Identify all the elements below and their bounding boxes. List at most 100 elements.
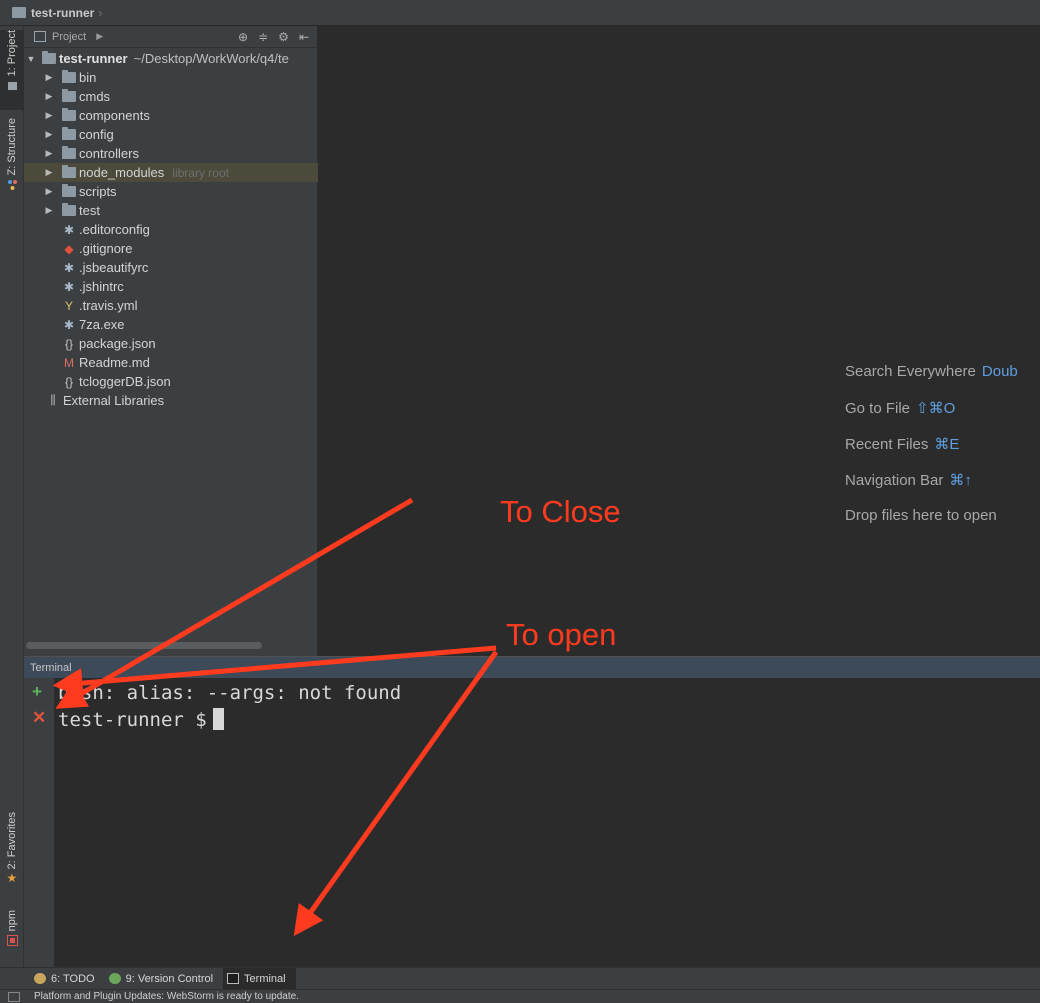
hint-navigation-bar: Navigation Bar ⌘↑ xyxy=(845,472,972,489)
tree-item-external-libraries[interactable]: ⫼ External Libraries xyxy=(24,391,318,410)
tab-terminal[interactable]: Terminal xyxy=(223,967,296,990)
collapsed-arrow-icon[interactable]: ▶ xyxy=(44,110,54,121)
terminal-toolbar: + ✕ xyxy=(24,678,54,967)
tab-favorites[interactable]: 2: Favorites ★ xyxy=(0,812,24,898)
folder-icon xyxy=(42,51,56,64)
tree-item-config[interactable]: ▶ config xyxy=(24,125,318,144)
project-icon xyxy=(7,82,17,91)
tree-item-bin[interactable]: ▶ bin xyxy=(24,68,318,87)
dropdown-arrow-icon[interactable]: ▶ xyxy=(96,31,103,42)
star-icon: ★ xyxy=(6,871,18,886)
collapsed-arrow-icon[interactable]: ▶ xyxy=(44,148,54,159)
tree-item-test[interactable]: ▶ test xyxy=(24,201,318,220)
terminal-prompt-line: test-runner $ xyxy=(58,708,224,731)
tree-item-label: bin xyxy=(79,70,97,85)
tree-item-cmds[interactable]: ▶ cmds xyxy=(24,87,318,106)
tab-structure[interactable]: Z: Structure xyxy=(0,118,24,198)
project-view-selector[interactable]: Project xyxy=(52,31,86,43)
project-toolbar: ⊕ ≑ ⚙ ⇤ xyxy=(238,30,317,44)
folder-icon xyxy=(62,203,76,216)
tree-item-node-modules[interactable]: ▶ node_modules library root xyxy=(24,163,318,182)
bottom-tool-bar: 6: TODO 9: Version Control Terminal xyxy=(0,967,1040,990)
tree-item-travis-yml[interactable]: Y .travis.yml xyxy=(24,296,318,315)
tree-item-package-json[interactable]: {} package.json xyxy=(24,334,318,353)
tree-root[interactable]: ▼ test-runner ~/Desktop/WorkWork/q4/te xyxy=(24,49,318,68)
collapsed-arrow-icon[interactable]: ▶ xyxy=(44,91,54,102)
folder-icon xyxy=(62,108,76,121)
terminal-icon xyxy=(227,973,240,984)
close-session-icon[interactable]: ✕ xyxy=(32,708,46,728)
project-view-icon xyxy=(34,31,46,42)
tree-item-jsbeautifyrc[interactable]: ✱ .jsbeautifyrc xyxy=(24,258,318,277)
root-path: ~/Desktop/WorkWork/q4/te xyxy=(133,51,289,66)
editor-empty-area[interactable]: Search Everywhere Doub Go to File ⇧⌘O Rece… xyxy=(319,26,1040,656)
tree-item-hint: library root xyxy=(172,165,229,180)
json-file-icon: {} xyxy=(64,336,73,351)
hide-panel-icon[interactable]: ⇤ xyxy=(299,30,309,44)
asterisk-file-icon: ✱ xyxy=(63,317,75,332)
hint-drop-files: Drop files here to open xyxy=(845,507,997,524)
collapse-all-icon[interactable]: ≑ xyxy=(258,30,268,44)
tab-project[interactable]: 1: Project xyxy=(0,30,24,110)
tree-item-label: package.json xyxy=(79,336,156,351)
git-file-icon: ◆ xyxy=(64,241,74,256)
tree-item-label: test xyxy=(79,203,100,218)
todo-icon xyxy=(34,973,46,984)
tab-todo[interactable]: 6: TODO xyxy=(30,968,105,990)
status-bar: Platform and Plugin Updates: WebStorm is… xyxy=(0,989,1040,1003)
hint-go-to-file: Go to File ⇧⌘O xyxy=(845,400,956,417)
left-tool-strip: 1: Project Z: Structure 2: Favorites ★ n… xyxy=(0,26,24,967)
expanded-arrow-icon[interactable]: ▼ xyxy=(26,54,36,64)
tab-favorites-label: 2: Favorites xyxy=(6,812,18,870)
tree-item-label: tcloggerDB.json xyxy=(79,374,171,389)
folder-icon xyxy=(62,184,76,197)
annotation-to-open: To open xyxy=(506,617,617,652)
tab-npm-label: npm xyxy=(6,910,18,932)
new-session-icon[interactable]: + xyxy=(32,682,42,702)
folder-icon xyxy=(62,146,76,159)
tree-item-components[interactable]: ▶ components xyxy=(24,106,318,125)
tree-item-label: .gitignore xyxy=(79,241,133,256)
terminal-title-bar: Terminal xyxy=(24,656,1040,678)
asterisk-file-icon: ✱ xyxy=(63,279,75,294)
tab-version-control[interactable]: 9: Version Control xyxy=(105,968,223,990)
tab-npm[interactable]: npm xyxy=(0,910,24,958)
collapsed-arrow-icon[interactable]: ▶ xyxy=(44,129,54,140)
tree-item-controllers[interactable]: ▶ controllers xyxy=(24,144,318,163)
folder-icon xyxy=(62,70,76,83)
terminal-output[interactable]: bash: alias: --args: not found test-runn… xyxy=(54,678,1040,967)
terminal-title: Terminal xyxy=(30,661,72,674)
root-name: test-runner xyxy=(59,51,128,66)
gear-icon[interactable]: ⚙ xyxy=(278,30,289,44)
tree-item-label: .jsbeautifyrc xyxy=(79,260,149,275)
status-toggle-icon[interactable] xyxy=(8,991,20,1002)
folder-icon xyxy=(62,127,76,140)
tree-item-readme-md[interactable]: M Readme.md xyxy=(24,353,318,372)
tree-item-jshintrc[interactable]: ✱ .jshintrc xyxy=(24,277,318,296)
folder-icon xyxy=(62,89,76,102)
hint-recent-files: Recent Files ⌘E xyxy=(845,436,960,453)
tree-item-tcloggerdb-json[interactable]: {} tcloggerDB.json xyxy=(24,372,318,391)
navbar-project-name[interactable]: test-runner xyxy=(31,6,94,20)
version-control-icon xyxy=(108,973,121,984)
asterisk-file-icon: ✱ xyxy=(63,260,75,275)
npm-icon xyxy=(6,935,18,947)
collapsed-arrow-icon[interactable]: ▶ xyxy=(44,167,54,178)
markdown-file-icon: M xyxy=(64,355,74,370)
collapsed-arrow-icon[interactable]: ▶ xyxy=(44,186,54,197)
collapsed-arrow-icon[interactable]: ▶ xyxy=(44,72,54,83)
folder-icon xyxy=(12,7,26,18)
json-file-icon: {} xyxy=(64,374,73,389)
tree-item-7za-exe[interactable]: ✱ 7za.exe xyxy=(24,315,318,334)
horizontal-scrollbar[interactable] xyxy=(26,642,262,649)
tree-item-editorconfig[interactable]: ✱ .editorconfig xyxy=(24,220,318,239)
tree-item-scripts[interactable]: ▶ scripts xyxy=(24,182,318,201)
annotation-to-close: To Close xyxy=(500,494,621,529)
tree-item-label: config xyxy=(79,127,114,142)
locate-icon[interactable]: ⊕ xyxy=(238,30,248,44)
tree-item-label: .editorconfig xyxy=(79,222,150,237)
tree-item-gitignore[interactable]: ◆ .gitignore xyxy=(24,239,318,258)
status-message[interactable]: Platform and Plugin Updates: WebStorm is… xyxy=(34,991,299,1002)
collapsed-arrow-icon[interactable]: ▶ xyxy=(44,205,54,216)
tree-item-label: scripts xyxy=(79,184,117,199)
